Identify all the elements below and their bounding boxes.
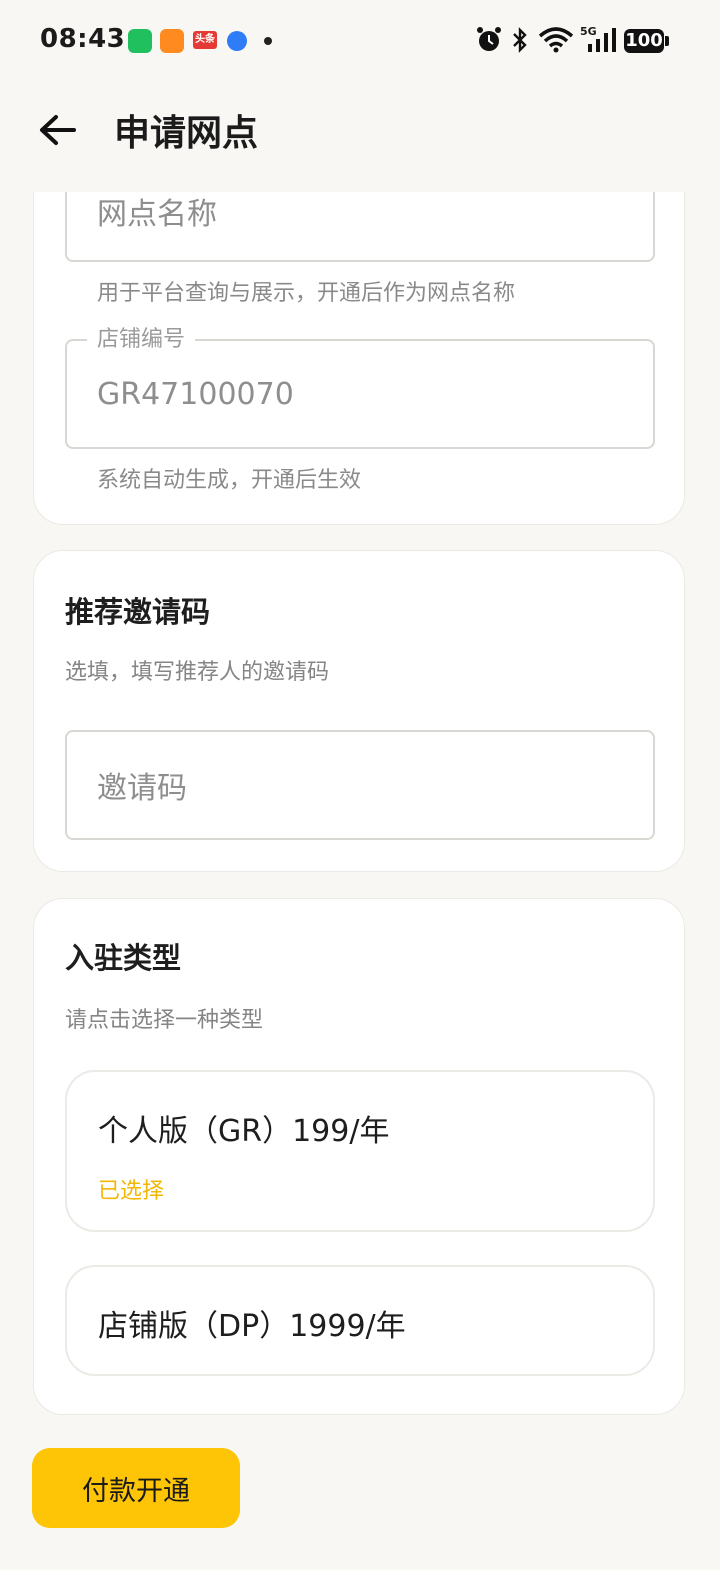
shop-name-helper: 用于平台查询与展示，开通后作为网点名称 xyxy=(97,281,516,306)
news-app-icon: 头条 xyxy=(193,31,217,49)
arrow-left-icon[interactable] xyxy=(36,108,80,152)
shop-code-field: 店铺编号 GR47100070 xyxy=(65,326,655,449)
shop-code-helper: 系统自动生成，开通后生效 xyxy=(97,468,362,493)
referral-card: 推荐邀请码 选填，填写推荐人的邀请码 邀请码 xyxy=(33,550,685,872)
more-notifications-icon xyxy=(264,37,272,45)
shop-info-card: 网点名称 用于平台查询与展示，开通后作为网点名称 店铺编号 GR47100070… xyxy=(33,150,685,525)
shop-name-placeholder: 网点名称 xyxy=(97,197,217,232)
option-personal[interactable]: 个人版（GR）199/年 已选择 xyxy=(65,1070,655,1232)
option-personal-selected-badge: 已选择 xyxy=(98,1179,165,1204)
join-type-subtitle: 请点击选择一种类型 xyxy=(65,1008,264,1033)
video-app-icon xyxy=(160,29,184,53)
battery-icon: 100 xyxy=(624,29,664,53)
referral-title: 推荐邀请码 xyxy=(65,595,211,629)
browser-icon xyxy=(227,31,247,51)
page-title: 申请网点 xyxy=(114,113,259,154)
join-type-card: 入驻类型 请点击选择一种类型 个人版（GR）199/年 已选择 店铺版（DP）1… xyxy=(33,898,685,1415)
invite-code-input[interactable]: 邀请码 xyxy=(65,730,655,840)
referral-subtitle: 选填，填写推荐人的邀请码 xyxy=(65,660,330,685)
battery-tip xyxy=(665,36,669,46)
wechat-icon xyxy=(128,29,152,53)
wifi-icon xyxy=(538,27,574,53)
option-personal-label: 个人版（GR）199/年 xyxy=(98,1114,390,1149)
signal-icon xyxy=(588,28,616,52)
option-store[interactable]: 店铺版（DP）1999/年 xyxy=(65,1265,655,1376)
option-store-label: 店铺版（DP）1999/年 xyxy=(98,1309,406,1344)
app-header: 申请网点 xyxy=(0,84,720,192)
alarm-icon xyxy=(477,27,501,51)
shop-code-value: GR47100070 xyxy=(97,376,294,412)
invite-code-placeholder: 邀请码 xyxy=(97,771,187,806)
pay-activate-button[interactable]: 付款开通 xyxy=(32,1448,240,1528)
bluetooth-icon xyxy=(513,27,527,53)
join-type-title: 入驻类型 xyxy=(65,941,182,975)
status-time: 08:43 xyxy=(40,24,126,54)
shop-code-label: 店铺编号 xyxy=(87,326,196,354)
status-bar: 08:43 头条 5G 100 xyxy=(0,0,720,84)
